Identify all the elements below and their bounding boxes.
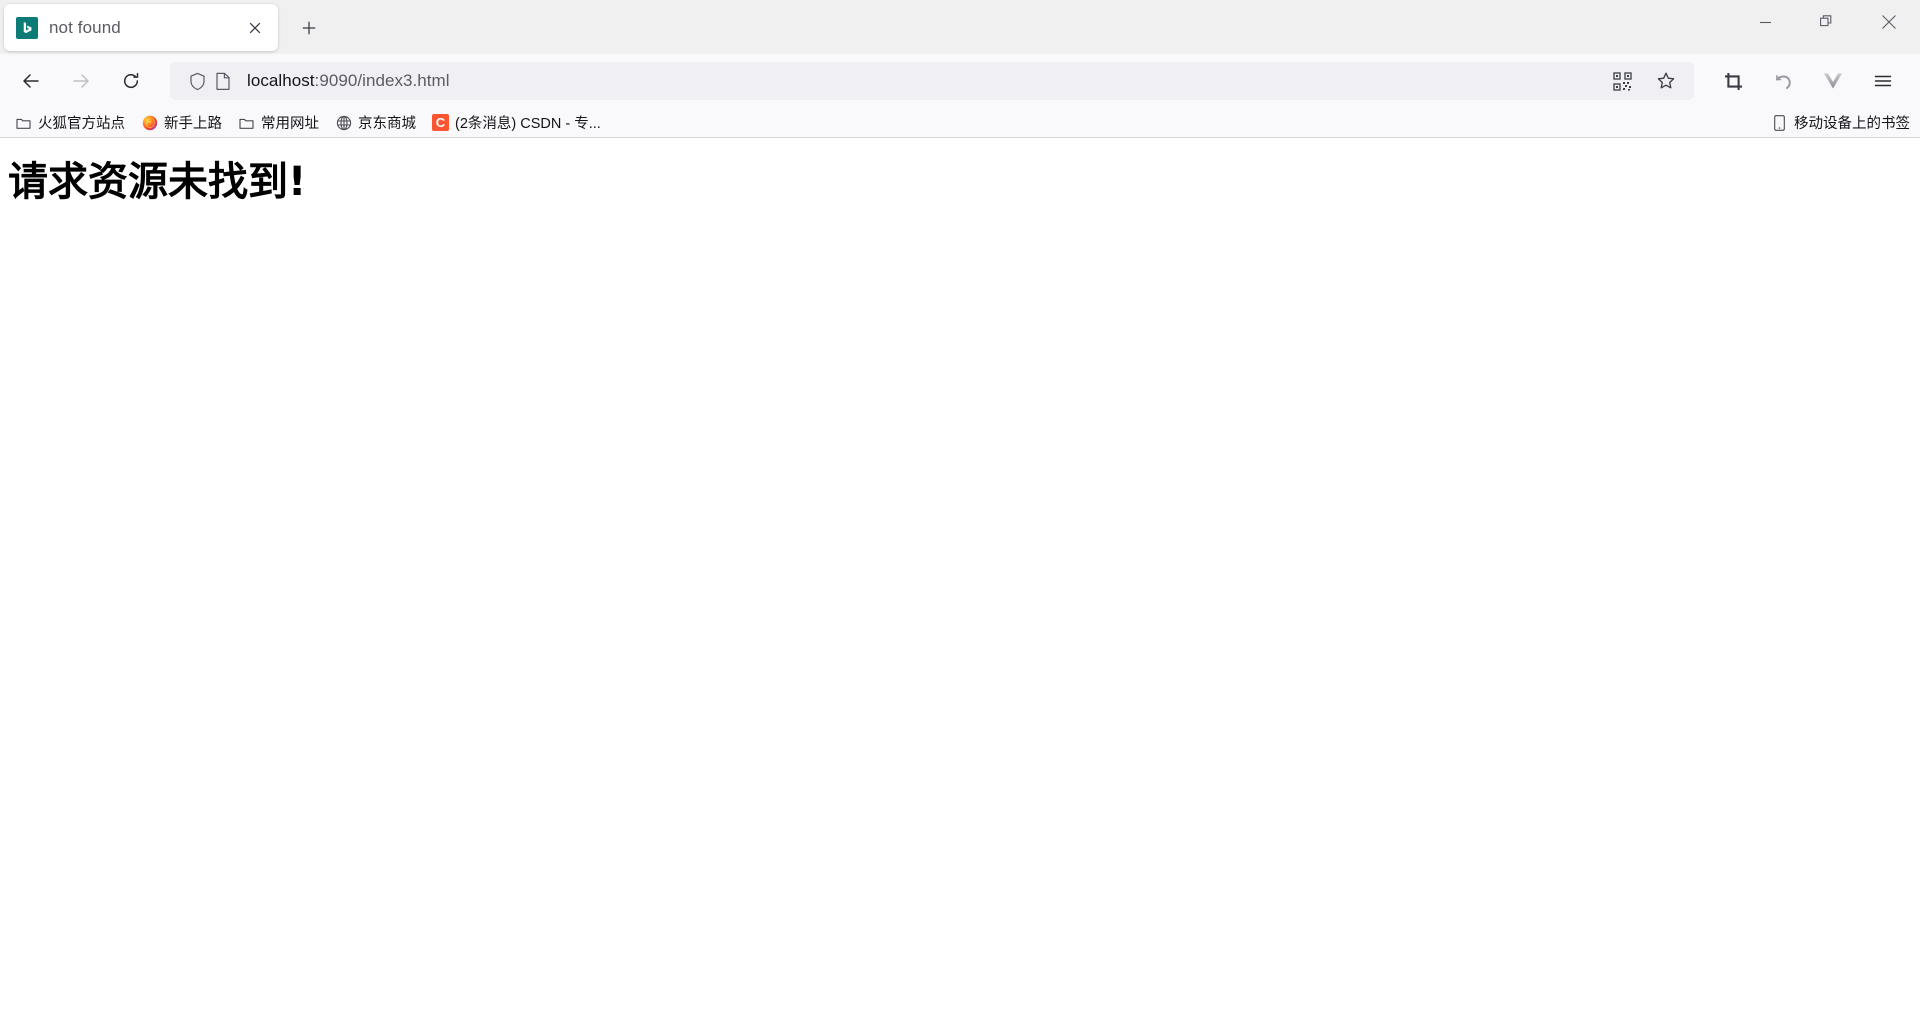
qr-code-icon[interactable]	[1602, 63, 1642, 99]
crop-screenshot-icon	[1724, 72, 1742, 90]
forward-button[interactable]	[61, 63, 101, 99]
window-controls	[1734, 0, 1920, 44]
folder-icon	[238, 114, 255, 131]
undo-button[interactable]	[1763, 63, 1803, 99]
undo-arrow-icon	[1775, 74, 1791, 89]
hamburger-menu-icon	[1874, 75, 1892, 87]
bookmark-label: (2条消息) CSDN - 专...	[455, 116, 601, 132]
mobile-device-icon	[1771, 114, 1788, 131]
mobile-bookmarks-item[interactable]: 移动设备上的书签	[1771, 112, 1910, 133]
tab-title: not found	[49, 17, 121, 37]
bookmark-label: 常用网址	[261, 116, 319, 132]
firefox-icon	[141, 114, 158, 131]
bookmark-item[interactable]: C (2条消息) CSDN - 专...	[425, 111, 608, 135]
bing-b-favicon	[16, 16, 38, 39]
hamburger-menu-button[interactable]	[1863, 63, 1903, 99]
minimize-button[interactable]	[1734, 0, 1796, 44]
browser-tab[interactable]: not found	[4, 4, 278, 51]
bookmark-item[interactable]: 火狐官方站点	[8, 111, 132, 135]
close-icon[interactable]	[242, 15, 268, 41]
bookmark-label: 新手上路	[164, 116, 222, 132]
reload-button[interactable]	[111, 63, 151, 99]
url-bar[interactable]: localhost:9090/index3.html	[170, 62, 1694, 100]
back-button[interactable]	[11, 63, 51, 99]
globe-icon	[335, 114, 352, 131]
tab-strip: not found	[0, 0, 1920, 54]
bookmark-label: 火狐官方站点	[38, 116, 125, 132]
screenshot-button[interactable]	[1713, 63, 1753, 99]
folder-icon	[15, 114, 32, 131]
url-bar-actions	[1600, 63, 1688, 99]
bookmarks-bar: 火狐官方站点 新手上路 常用网址 京东商城 C (2条消息) CSDN - 专.…	[0, 108, 1920, 138]
tabs-area: not found	[0, 0, 326, 54]
back-arrow-icon	[23, 74, 39, 88]
new-tab-button[interactable]	[292, 11, 326, 45]
mobile-bookmarks-label: 移动设备上的书签	[1794, 116, 1910, 132]
csdn-icon: C	[432, 114, 449, 131]
page-content: 请求资源未找到!	[0, 138, 1920, 1030]
vue-devtools-icon[interactable]	[1813, 63, 1853, 99]
close-button[interactable]	[1858, 0, 1920, 44]
browser-window: not found localhost:9090/index3.html 火狐官…	[0, 0, 1920, 1030]
url-host: localhost	[247, 71, 315, 90]
shield-icon[interactable]	[184, 68, 210, 94]
csdn-icon-letter: C	[432, 114, 449, 131]
url-text[interactable]: localhost:9090/index3.html	[247, 71, 1600, 91]
star-outline-icon[interactable]	[1646, 63, 1686, 99]
reload-icon	[123, 72, 139, 89]
restore-button[interactable]	[1796, 0, 1858, 44]
navigation-toolbar: localhost:9090/index3.html	[0, 54, 1920, 108]
forward-arrow-icon	[73, 74, 89, 88]
page-document-icon[interactable]	[210, 68, 236, 94]
bookmark-item[interactable]: 新手上路	[134, 111, 229, 135]
bookmark-label: 京东商城	[358, 116, 416, 132]
page-heading: 请求资源未找到!	[8, 159, 307, 205]
bookmark-item[interactable]: 京东商城	[328, 111, 423, 135]
url-path: :9090/index3.html	[314, 71, 450, 90]
bookmark-item[interactable]: 常用网址	[231, 111, 326, 135]
